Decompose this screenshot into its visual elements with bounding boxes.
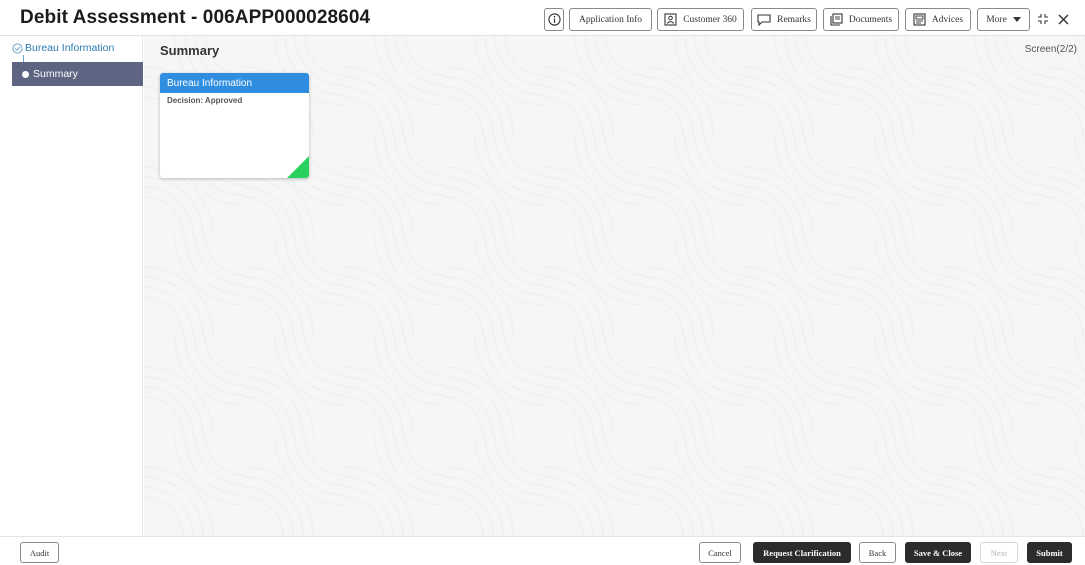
summary-card-bureau-information[interactable]: Bureau Information Decision: Approved xyxy=(160,73,309,178)
caret-down-icon xyxy=(1012,17,1021,22)
application-info-button[interactable]: Application Info xyxy=(569,8,652,31)
sidebar-item-label: Summary xyxy=(33,68,78,80)
customer-360-label: Customer 360 xyxy=(683,14,737,25)
card-title: Bureau Information xyxy=(160,73,309,93)
dot-icon xyxy=(20,69,31,80)
collapse-icon xyxy=(1038,14,1048,24)
sidebar-item-bureau-information[interactable]: Bureau Information xyxy=(12,36,143,60)
action-footer: Audit Cancel Request Clarification Back … xyxy=(0,536,1085,565)
cancel-button[interactable]: Cancel xyxy=(699,542,741,563)
close-button[interactable] xyxy=(1056,10,1070,28)
documents-button[interactable]: Documents xyxy=(823,8,899,31)
next-button[interactable]: Next xyxy=(980,542,1018,563)
page-header: Debit Assessment - 006APP000028604 Appli… xyxy=(0,0,1085,36)
page-title: Debit Assessment - 006APP000028604 xyxy=(20,7,371,28)
application-info-label: Application Info xyxy=(578,14,643,25)
documents-icon xyxy=(830,13,843,26)
audit-button[interactable]: Audit xyxy=(20,542,59,563)
sidebar-item-label: Bureau Information xyxy=(25,42,115,54)
customer-360-button[interactable]: Customer 360 xyxy=(657,8,744,31)
info-icon xyxy=(547,13,561,26)
info-button[interactable] xyxy=(544,8,564,31)
status-indicator xyxy=(287,156,309,178)
collapse-button[interactable] xyxy=(1036,10,1050,28)
remarks-button[interactable]: Remarks xyxy=(751,8,817,31)
request-clarification-button[interactable]: Request Clarification xyxy=(753,542,851,563)
submit-button[interactable]: Submit xyxy=(1027,542,1072,563)
step-sidebar: Bureau Information Summary xyxy=(0,36,143,536)
screen-indicator: Screen(2/2) xyxy=(1024,44,1077,55)
check-circle-icon xyxy=(12,42,23,54)
chat-bubble-icon xyxy=(757,13,771,26)
more-dropdown[interactable]: More xyxy=(977,8,1030,31)
advices-label: Advices xyxy=(931,14,964,25)
more-label: More xyxy=(986,14,1007,25)
close-icon xyxy=(1058,14,1068,24)
documents-label: Documents xyxy=(848,14,893,25)
card-decision: Decision: Approved xyxy=(167,96,243,105)
remarks-label: Remarks xyxy=(777,14,811,25)
sidebar-item-summary[interactable]: Summary xyxy=(12,62,143,86)
advices-icon xyxy=(913,13,926,26)
back-button[interactable]: Back xyxy=(859,542,896,563)
save-close-button[interactable]: Save & Close xyxy=(905,542,971,563)
main-content: Summary Screen(2/2) Bureau Information D… xyxy=(144,36,1085,536)
person-card-icon xyxy=(664,13,677,26)
advices-button[interactable]: Advices xyxy=(905,8,971,31)
section-title: Summary xyxy=(160,43,220,58)
